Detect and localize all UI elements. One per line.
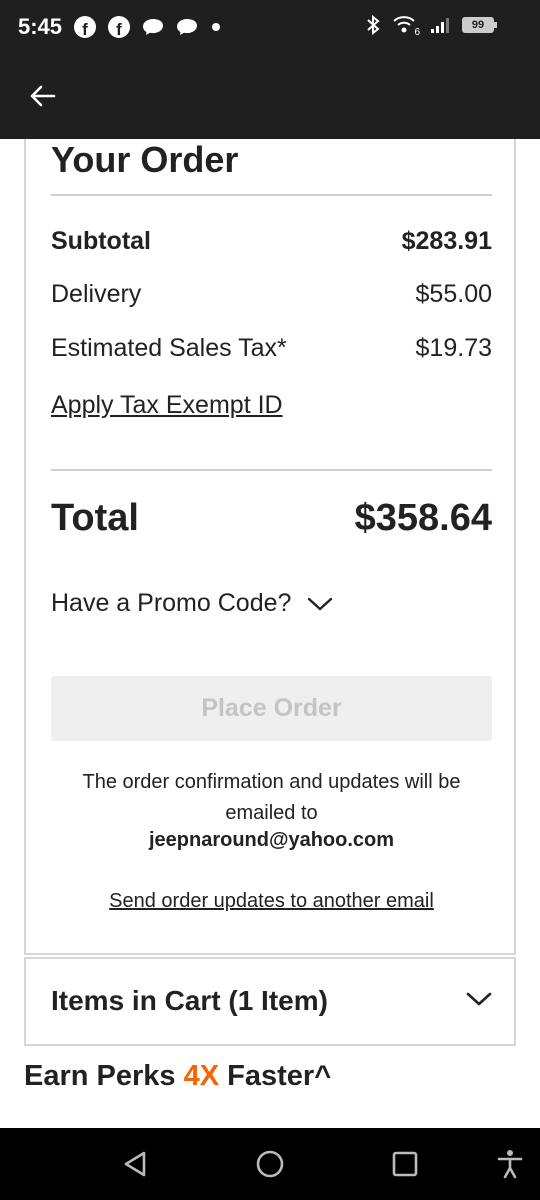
order-title: Your Order — [51, 139, 239, 180]
delivery-label: Delivery — [51, 280, 142, 308]
wifi-icon: 6 — [392, 14, 420, 38]
status-bar: 5:45 f f 6 99 — [0, 0, 540, 56]
subtotal-row: Subtotal $283.91 — [51, 227, 492, 256]
items-in-cart-toggle[interactable]: Items in Cart (1 Item) — [24, 957, 516, 1046]
tax-row: Estimated Sales Tax* $19.73 — [51, 334, 492, 363]
divider — [51, 469, 492, 471]
recents-square-icon — [392, 1151, 418, 1177]
accessibility-icon — [497, 1150, 523, 1179]
facebook-icon: f — [108, 16, 130, 38]
signal-icon — [431, 18, 449, 33]
status-time: 5:45 — [18, 14, 63, 39]
tax-value: $19.73 — [415, 334, 492, 362]
divider — [51, 194, 492, 196]
chat-icon — [177, 19, 197, 35]
bluetooth-icon — [367, 14, 380, 36]
facebook-icon: f — [74, 16, 96, 38]
apply-tax-exempt-link[interactable]: Apply Tax Exempt ID — [51, 391, 283, 420]
nav-accessibility-button[interactable] — [492, 1146, 528, 1182]
subtotal-label: Subtotal — [51, 227, 151, 255]
chat-icon — [143, 19, 163, 35]
back-triangle-icon — [124, 1151, 146, 1177]
navigation-bar — [0, 1128, 540, 1200]
home-circle-icon — [256, 1150, 284, 1178]
battery-icon: 99 — [462, 17, 497, 33]
perks-suffix: Faster^ — [227, 1060, 332, 1092]
tax-label: Estimated Sales Tax* — [51, 334, 287, 362]
dot-icon — [212, 23, 220, 31]
send-updates-link[interactable]: Send order updates to another email — [51, 890, 492, 913]
chevron-down-icon — [466, 992, 492, 1006]
arrow-left-icon — [30, 85, 56, 107]
perks-highlight: 4X — [183, 1060, 220, 1092]
cart-label: Items in Cart (1 Item) — [51, 985, 328, 1016]
promo-label: Have a Promo Code? — [51, 589, 292, 617]
back-button[interactable] — [24, 78, 60, 114]
order-summary-card: Your Order Subtotal $283.91 Delivery $55… — [24, 139, 516, 955]
subtotal-value: $283.91 — [401, 227, 492, 255]
promo-code-toggle[interactable]: Have a Promo Code? — [51, 589, 333, 618]
perks-prefix: Earn Perks — [24, 1060, 176, 1092]
system-icons: 6 99 — [366, 14, 497, 38]
notification-icons: f f — [74, 16, 220, 38]
total-row: Total $358.64 — [51, 497, 492, 540]
nav-recents-button[interactable] — [387, 1146, 423, 1182]
nav-back-button[interactable] — [117, 1146, 153, 1182]
app-bar — [0, 56, 540, 139]
delivery-value: $55.00 — [415, 280, 492, 308]
chevron-down-icon — [308, 597, 333, 610]
place-order-button[interactable]: Place Order — [51, 676, 492, 741]
nav-home-button[interactable] — [252, 1146, 288, 1182]
delivery-row: Delivery $55.00 — [51, 280, 492, 309]
perks-heading: Earn Perks 4X Faster^ — [24, 1060, 331, 1093]
total-label: Total — [51, 497, 139, 539]
confirmation-text: The order confirmation and updates will … — [82, 771, 461, 824]
confirmation-email: jeepnaround@yahoo.com — [148, 829, 395, 851]
total-value: $358.64 — [354, 497, 492, 539]
wifi-label: 6 — [414, 27, 420, 38]
